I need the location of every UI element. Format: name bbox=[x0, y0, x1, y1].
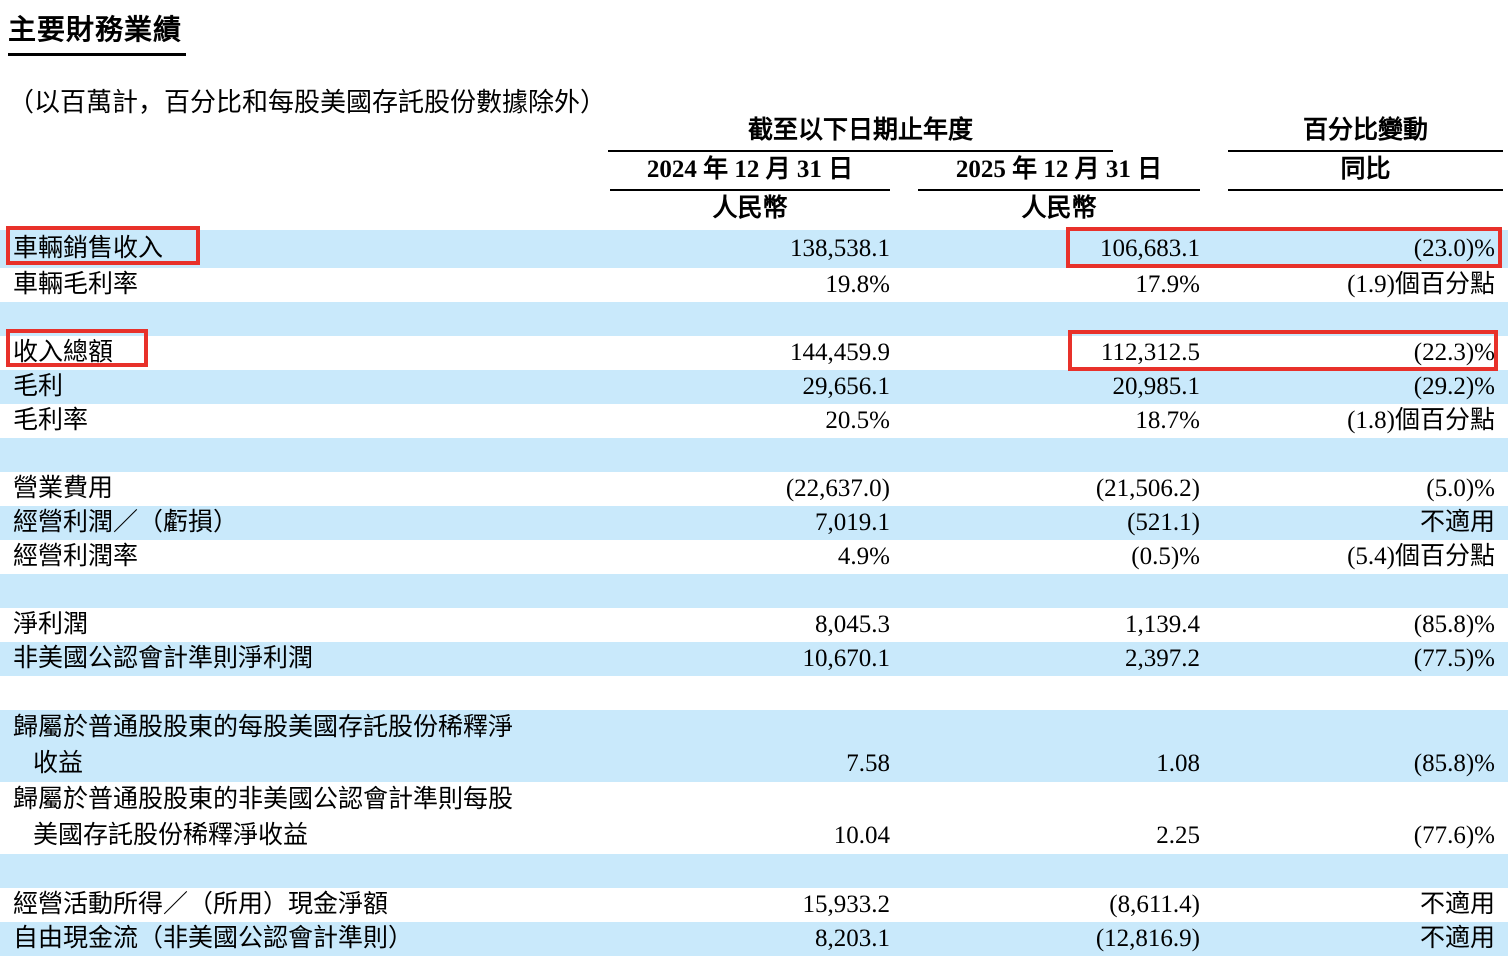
table-row: 車輛毛利率 19.8% 17.9% (1.9)個百分點 bbox=[0, 268, 1508, 302]
value-2024: 144,459.9 bbox=[790, 339, 890, 366]
header-percent-change-group: 百分比變動 bbox=[1302, 117, 1428, 144]
header-yoy: 同比 bbox=[1340, 156, 1391, 183]
value-change: (5.4)個百分點 bbox=[1347, 543, 1495, 570]
value-2025: (521.1) bbox=[1127, 509, 1200, 536]
value-2024: 15,933.2 bbox=[802, 891, 891, 918]
value-change: (1.9)個百分點 bbox=[1347, 271, 1495, 298]
header-rule-yoy bbox=[1228, 189, 1503, 191]
value-change: (85.8)% bbox=[1413, 611, 1495, 638]
table-spacer-row bbox=[0, 438, 1508, 472]
value-2025: 2,397.2 bbox=[1125, 645, 1200, 672]
table-spacer-row bbox=[0, 574, 1508, 608]
value-change: 不適用 bbox=[1419, 891, 1495, 918]
row-label: 歸屬於普通股股東的每股美國存託股份稀釋淨 收益 bbox=[13, 714, 514, 777]
row-label: 毛利率 bbox=[13, 407, 89, 434]
value-2025: 2.25 bbox=[1156, 822, 1200, 849]
header-date-2024: 2024 年 12 月 31 日 bbox=[646, 156, 854, 183]
page-title: 主要財務業績 bbox=[8, 8, 187, 56]
table-row: 淨利潤 8,045.3 1,139.4 (85.8)% bbox=[0, 608, 1508, 642]
value-change: (85.8)% bbox=[1413, 750, 1495, 777]
value-2024: (22,637.0) bbox=[785, 475, 890, 502]
value-2025: (12,816.9) bbox=[1095, 925, 1200, 952]
value-2024: 7,019.1 bbox=[815, 509, 890, 536]
highlight-box-total-revenue-values bbox=[1068, 330, 1498, 371]
row-label: 自由現金流（非美國公認會計準則） bbox=[13, 925, 414, 952]
table-row: 歸屬於普通股股東的每股美國存託股份稀釋淨 收益 7.58 1.08 (85.8)% bbox=[0, 710, 1508, 782]
value-2024: 138,538.1 bbox=[790, 235, 890, 262]
row-label: 經營活動所得／（所用）現金淨額 bbox=[13, 891, 389, 918]
value-change: (29.2)% bbox=[1413, 373, 1495, 400]
table-row: 毛利率 20.5% 18.7% (1.8)個百分點 bbox=[0, 404, 1508, 438]
table-spacer-row bbox=[0, 854, 1508, 888]
row-label: 車輛毛利率 bbox=[13, 271, 139, 298]
table-row: 營業費用 (22,637.0) (21,506.2) (5.0)% bbox=[0, 472, 1508, 506]
highlight-box-vehicle-sales-label bbox=[6, 226, 200, 265]
row-label: 營業費用 bbox=[13, 475, 114, 502]
value-2024: 7.58 bbox=[846, 750, 890, 777]
value-2024: 8,203.1 bbox=[815, 925, 890, 952]
value-2024: 29,656.1 bbox=[802, 373, 891, 400]
table-row: 經營利潤／（虧損） 7,019.1 (521.1) 不適用 bbox=[0, 506, 1508, 540]
value-2025: 1,139.4 bbox=[1125, 611, 1200, 638]
value-2025: (21,506.2) bbox=[1095, 475, 1200, 502]
value-2025: 18.7% bbox=[1135, 407, 1200, 434]
row-label: 經營利潤／（虧損） bbox=[13, 509, 239, 536]
row-label: 經營利潤率 bbox=[13, 543, 139, 570]
value-change: 不適用 bbox=[1419, 925, 1495, 952]
table-row: 經營活動所得／（所用）現金淨額 15,933.2 (8,611.4) 不適用 bbox=[0, 888, 1508, 922]
row-label: 淨利潤 bbox=[13, 611, 89, 638]
value-2025: 1.08 bbox=[1156, 750, 1200, 777]
units-note: （以百萬計，百分比和每股美國存託股份數據除外） bbox=[8, 88, 607, 117]
value-2025: (8,611.4) bbox=[1109, 891, 1200, 918]
value-change: (5.0)% bbox=[1426, 475, 1495, 502]
row-label: 非美國公認會計準則淨利潤 bbox=[13, 645, 314, 672]
row-label: 歸屬於普通股股東的非美國公認會計準則每股 美國存託股份稀釋淨收益 bbox=[13, 786, 514, 849]
highlight-box-vehicle-sales-values bbox=[1066, 227, 1502, 268]
header-currency-2024: 人民幣 bbox=[712, 195, 788, 222]
value-2025: 20,985.1 bbox=[1112, 373, 1201, 400]
row-label: 毛利 bbox=[13, 373, 64, 400]
value-2024: 10,670.1 bbox=[802, 645, 891, 672]
header-date-2025: 2025 年 12 月 31 日 bbox=[955, 156, 1163, 183]
table-spacer-row bbox=[0, 676, 1508, 710]
financial-highlights-document: 主要財務業績 （以百萬計，百分比和每股美國存託股份數據除外） 截至以下日期止年度… bbox=[0, 0, 1508, 968]
value-2024: 4.9% bbox=[837, 543, 890, 570]
highlight-box-total-revenue-label bbox=[6, 329, 148, 367]
value-2025: (0.5)% bbox=[1131, 543, 1200, 570]
table-row: 毛利 29,656.1 20,985.1 (29.2)% bbox=[0, 370, 1508, 404]
table-row: 歸屬於普通股股東的非美國公認會計準則每股 美國存託股份稀釋淨收益 10.04 2.25… bbox=[0, 782, 1508, 854]
value-change: (1.8)個百分點 bbox=[1347, 407, 1495, 434]
value-2024: 8,045.3 bbox=[815, 611, 890, 638]
table-row: 自由現金流（非美國公認會計準則） 8,203.1 (12,816.9) 不適用 bbox=[0, 922, 1508, 956]
table-row: 非美國公認會計準則淨利潤 10,670.1 2,397.2 (77.5)% bbox=[0, 642, 1508, 676]
header-currency-2025: 人民幣 bbox=[1021, 195, 1097, 222]
value-change: (77.5)% bbox=[1413, 645, 1495, 672]
value-change: (77.6)% bbox=[1413, 822, 1495, 849]
value-2024: 10.04 bbox=[833, 822, 890, 849]
value-2024: 20.5% bbox=[825, 407, 890, 434]
value-2024: 19.8% bbox=[825, 271, 890, 298]
value-2025: 17.9% bbox=[1135, 271, 1200, 298]
table-row: 經營利潤率 4.9% (0.5)% (5.4)個百分點 bbox=[0, 540, 1508, 574]
value-change: 不適用 bbox=[1419, 509, 1495, 536]
header-period-group: 截至以下日期止年度 bbox=[747, 117, 973, 144]
